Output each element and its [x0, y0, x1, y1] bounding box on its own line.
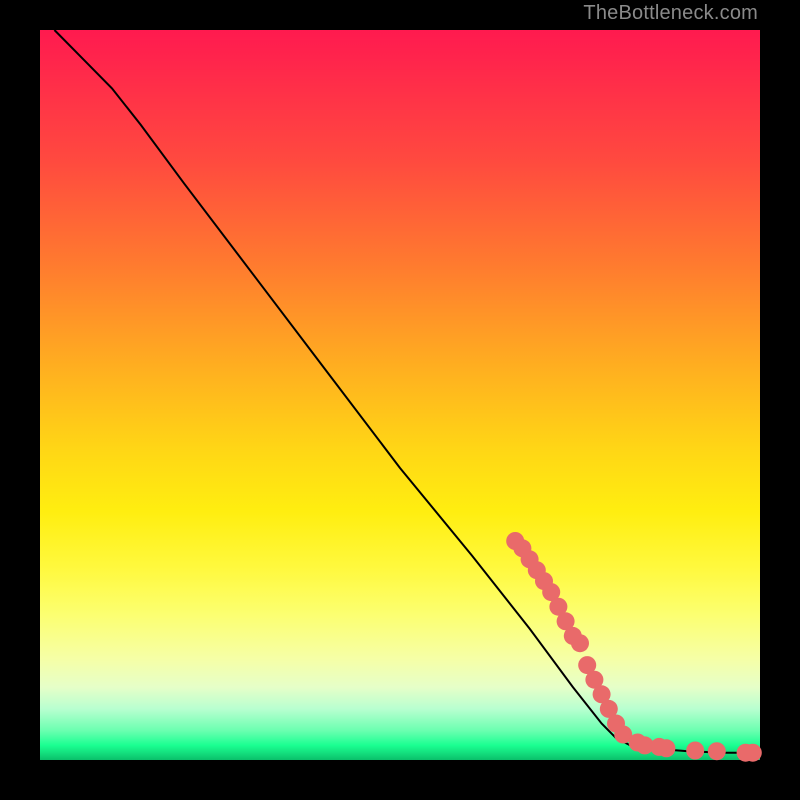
- chart-svg: [40, 30, 760, 760]
- chart-frame: TheBottleneck.com: [0, 0, 800, 800]
- data-marker: [657, 739, 675, 757]
- watermark-text: TheBottleneck.com: [583, 2, 758, 25]
- data-marker: [571, 634, 589, 652]
- data-marker: [686, 742, 704, 760]
- data-markers: [506, 532, 762, 762]
- data-marker: [744, 744, 762, 762]
- data-marker: [708, 742, 726, 760]
- bottleneck-curve: [54, 30, 760, 753]
- plot-area: [40, 30, 760, 760]
